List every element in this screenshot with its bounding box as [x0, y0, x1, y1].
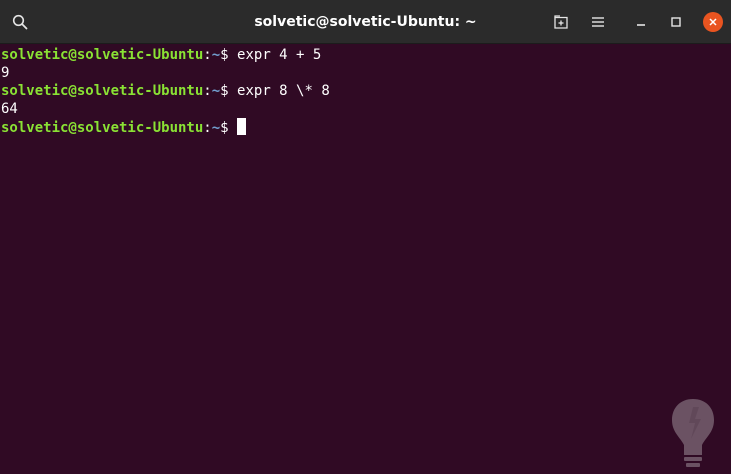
- prompt-path: ~: [211, 120, 221, 136]
- new-tab-button[interactable]: [546, 7, 576, 37]
- hamburger-menu-icon: [592, 17, 604, 27]
- terminal-output-area[interactable]: solvetic@solvetic-Ubuntu:~$ expr 4 + 5 9…: [0, 44, 731, 474]
- maximize-icon: [671, 17, 681, 27]
- prompt-user-host: solvetic@solvetic-Ubuntu: [1, 120, 204, 136]
- minimize-button[interactable]: [626, 7, 656, 37]
- window-title: solvetic@solvetic-Ubuntu: ~: [254, 14, 477, 30]
- prompt-separator: :: [203, 83, 212, 99]
- output-line: 64: [1, 101, 18, 117]
- prompt-line: solvetic@solvetic-Ubuntu:~$ expr 4 + 5: [1, 46, 731, 64]
- command-text: expr 4 + 5: [237, 47, 322, 63]
- menu-button[interactable]: [583, 7, 613, 37]
- title-bar[interactable]: solvetic@solvetic-Ubuntu: ~: [0, 0, 731, 44]
- close-button-circle: [703, 12, 723, 32]
- new-tab-icon: [554, 15, 568, 29]
- prompt-dollar: $: [220, 120, 238, 136]
- prompt-dollar: $: [220, 47, 238, 63]
- prompt-line: solvetic@solvetic-Ubuntu:~$ expr 8 \* 8: [1, 82, 731, 100]
- maximize-button[interactable]: [661, 7, 691, 37]
- terminal-window: solvetic@solvetic-Ubuntu: ~ solvetic@sol…: [0, 0, 731, 474]
- watermark-logo-icon: [672, 399, 714, 467]
- output-line: 9: [1, 65, 10, 81]
- prompt-path: ~: [211, 83, 221, 99]
- close-icon: [709, 18, 717, 26]
- search-button[interactable]: [5, 7, 35, 37]
- minimize-icon: [637, 24, 645, 26]
- command-text: expr 8 \* 8: [237, 83, 330, 99]
- close-button[interactable]: [698, 7, 728, 37]
- prompt-user-host: solvetic@solvetic-Ubuntu: [1, 47, 204, 63]
- prompt-line-active: solvetic@solvetic-Ubuntu:~$: [1, 118, 731, 136]
- prompt-dollar: $: [220, 83, 238, 99]
- text-cursor: [237, 118, 247, 135]
- prompt-path: ~: [211, 47, 221, 63]
- prompt-user-host: solvetic@solvetic-Ubuntu: [1, 83, 204, 99]
- search-icon: [12, 14, 28, 30]
- prompt-separator: :: [203, 120, 212, 136]
- prompt-separator: :: [203, 47, 212, 63]
